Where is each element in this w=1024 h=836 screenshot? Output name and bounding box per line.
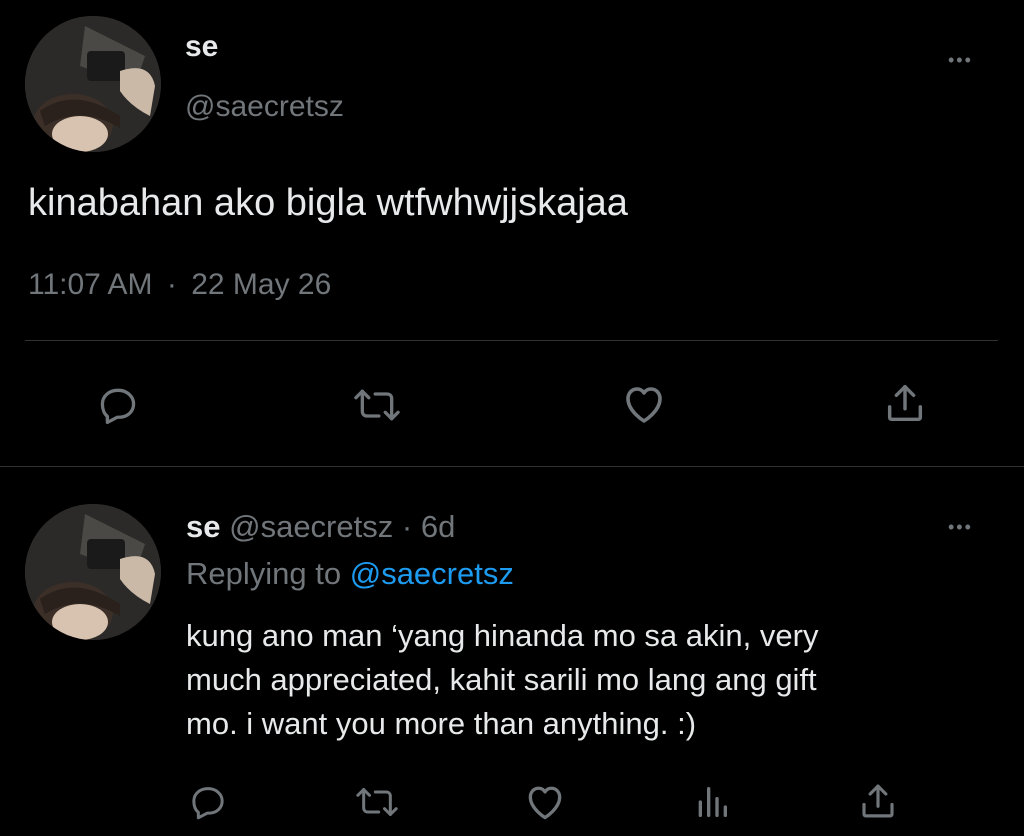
reply-text: kung ano man ‘yang hinanda mo sa akin, v… bbox=[186, 614, 818, 746]
reply-header: se @saecretsz · 6d bbox=[186, 509, 455, 545]
reply-text-line: mo. i want you more than anything. :) bbox=[186, 706, 697, 741]
reply-text-line: kung ano man ‘yang hinanda mo sa akin, v… bbox=[186, 618, 819, 653]
retweet-icon[interactable] bbox=[353, 383, 401, 427]
share-icon[interactable] bbox=[882, 380, 928, 426]
replying-to-label: Replying to bbox=[186, 556, 342, 591]
display-name[interactable]: se bbox=[185, 30, 218, 64]
retweet-icon[interactable] bbox=[355, 782, 399, 822]
reply-text-line: much appreciated, kahit sarili mo lang a… bbox=[186, 662, 817, 697]
reply-avatar[interactable] bbox=[25, 504, 161, 640]
reply-handle[interactable]: @saecretsz bbox=[229, 509, 393, 544]
timestamp-separator: · bbox=[166, 268, 177, 301]
more-options-icon[interactable]: ••• bbox=[948, 517, 973, 538]
tweet-text: kinabahan ako bigla wtfwhwjjskajaa bbox=[28, 182, 628, 224]
reply-display-name[interactable]: se bbox=[186, 509, 220, 544]
analytics-icon[interactable] bbox=[692, 780, 732, 824]
more-options-icon[interactable]: ••• bbox=[948, 50, 973, 71]
tweet-time: 11:07 AM bbox=[28, 268, 153, 301]
divider bbox=[0, 466, 1024, 467]
reply-icon[interactable] bbox=[188, 782, 228, 822]
reply-icon[interactable] bbox=[96, 383, 140, 427]
like-icon[interactable] bbox=[523, 780, 567, 824]
avatar-photo bbox=[25, 504, 161, 640]
handle[interactable]: @saecretsz bbox=[185, 90, 344, 124]
replying-to-handle-link[interactable]: @saecretsz bbox=[350, 556, 514, 591]
reply-separator: · bbox=[401, 509, 413, 544]
share-icon[interactable] bbox=[857, 780, 899, 822]
divider bbox=[25, 340, 998, 341]
reply-age[interactable]: 6d bbox=[421, 509, 455, 544]
like-icon[interactable] bbox=[620, 380, 668, 428]
avatar[interactable] bbox=[25, 16, 161, 152]
replying-to: Replying to @saecretsz bbox=[186, 556, 514, 592]
tweet-date: 22 May 26 bbox=[191, 268, 332, 301]
avatar-photo bbox=[25, 16, 161, 152]
tweet-timestamp[interactable]: 11:07 AM · 22 May 26 bbox=[28, 268, 331, 302]
